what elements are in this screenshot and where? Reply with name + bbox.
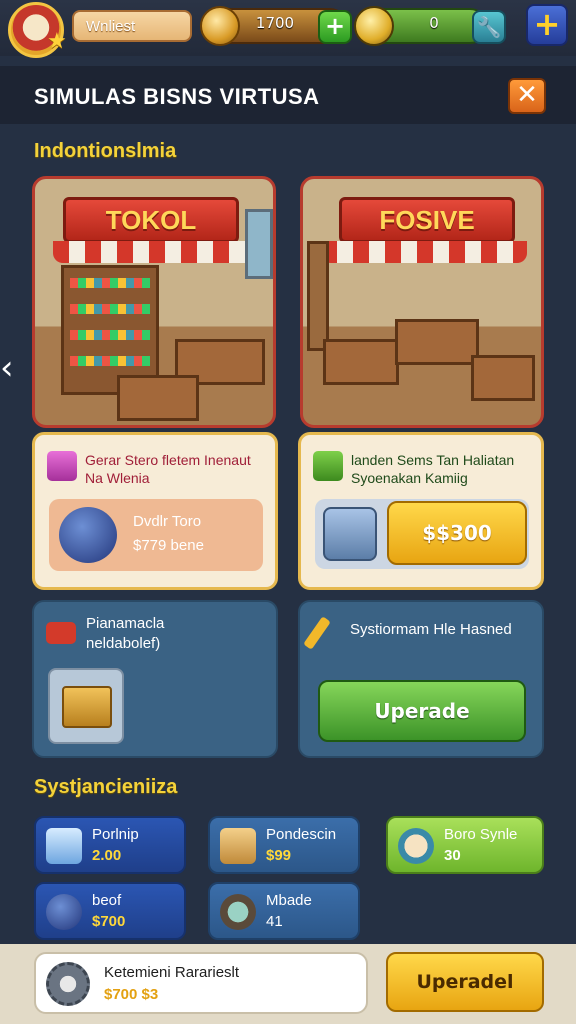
section-title-systems: Systjancieniiza xyxy=(34,776,178,798)
tile-label: Mbade xyxy=(266,892,312,909)
wrench-icon[interactable]: 🔧 xyxy=(472,10,506,44)
tile-value: $700 xyxy=(92,913,126,930)
key-icon xyxy=(46,894,82,930)
card-line1: Pianamacla xyxy=(86,615,165,632)
plate-icon xyxy=(220,894,256,930)
car-icon xyxy=(46,622,76,644)
shop-scene-left[interactable]: TOKOL xyxy=(32,176,276,428)
system-tile[interactable]: Porlnip 2.00 xyxy=(34,816,186,874)
info-subtitle: Na Wlenia xyxy=(85,470,150,486)
toolbox-icon xyxy=(323,507,377,561)
tile-label: beof xyxy=(92,892,122,909)
player-name[interactable]: Wnliest xyxy=(72,10,192,42)
tile-value: 41 xyxy=(266,913,283,930)
mascot-icon xyxy=(398,828,434,864)
item-row[interactable]: Dvdlr Toro $779 bene xyxy=(49,499,263,571)
magnifier-icon xyxy=(59,507,117,563)
price-row: $$300 xyxy=(315,499,529,569)
plus-menu-button[interactable]: + xyxy=(526,4,568,46)
info-title: Gerar Stero fletem Inenaut xyxy=(85,452,251,468)
gem-icon xyxy=(354,6,394,46)
shop-sign: FOSIVE xyxy=(339,197,515,243)
info-subtitle: Syoenakan Kamiig xyxy=(351,470,468,486)
player-avatar[interactable]: ★ xyxy=(8,2,67,58)
coin-count: 1700 xyxy=(255,14,295,32)
ice-cube-icon xyxy=(46,828,82,864)
upgrade-button[interactable]: Uperade xyxy=(318,680,526,742)
system-tile[interactable]: Mbade 41 xyxy=(208,882,360,940)
window xyxy=(245,209,273,279)
shop-scene-right[interactable]: FOSIVE xyxy=(300,176,544,428)
gear-icon xyxy=(46,962,90,1006)
counter xyxy=(117,375,199,421)
item-price: $779 bene xyxy=(133,537,204,554)
close-button[interactable]: ✕ xyxy=(508,78,546,114)
bottom-label: Ketemieni Rararieslt xyxy=(104,964,240,981)
cube-icon xyxy=(47,451,77,481)
tile-label: Pondescin xyxy=(266,826,337,843)
awning xyxy=(321,241,527,263)
blue-card-right: Systiormam Hle Hasned Uperade xyxy=(298,600,544,758)
system-tile[interactable]: Boro Synle 30 xyxy=(386,816,544,874)
coin-icon xyxy=(200,6,240,46)
tile-value: 30 xyxy=(444,847,461,864)
blue-card-left: Pianamacla neldabolef) xyxy=(32,600,278,758)
cube-icon xyxy=(313,451,343,481)
chevron-left-icon[interactable]: ‹ xyxy=(0,348,20,388)
page-title: SIMULAS BISNS VIRTUSA xyxy=(34,84,320,109)
shop-sign: TOKOL xyxy=(63,197,239,243)
card-text: Systiormam Hle Hasned xyxy=(350,621,512,638)
system-tile[interactable]: beof $700 xyxy=(34,882,186,940)
info-card-left: Gerar Stero fletem Inenaut Na Wlenia Dvd… xyxy=(32,432,278,590)
counter xyxy=(323,339,399,385)
card-icon xyxy=(220,828,256,864)
bottom-info-card: Ketemieni Rararieslt $700 $3 xyxy=(34,952,368,1014)
upgrade-bottom-button[interactable]: Uperadel xyxy=(386,952,544,1012)
tile-label: Boro Synle xyxy=(444,826,518,843)
door xyxy=(307,241,329,351)
counter xyxy=(471,355,535,401)
add-coins-button[interactable]: + xyxy=(318,10,352,44)
card-line2: neldabolef) xyxy=(86,635,161,652)
pencil-icon xyxy=(303,616,331,650)
star-icon: ★ xyxy=(47,29,67,54)
awning xyxy=(53,241,259,263)
crate-icon[interactable] xyxy=(48,668,124,744)
tile-label: Porlnip xyxy=(92,826,139,843)
item-name: Dvdlr Toro xyxy=(133,513,202,530)
info-title: landen Sems Tan Haliatan xyxy=(351,452,515,468)
bottom-value: $700 $3 xyxy=(104,986,159,1003)
buy-button[interactable]: $$300 xyxy=(387,501,527,565)
tile-value: $99 xyxy=(266,847,292,864)
gem-count: 0 xyxy=(429,14,439,32)
counter xyxy=(395,319,479,365)
section-title-shops: Indontionslmia xyxy=(34,140,177,162)
tile-value: 2.00 xyxy=(92,847,122,864)
info-card-right: landen Sems Tan Haliatan Syoenakan Kamii… xyxy=(298,432,544,590)
system-tile[interactable]: Pondescin $99 xyxy=(208,816,360,874)
